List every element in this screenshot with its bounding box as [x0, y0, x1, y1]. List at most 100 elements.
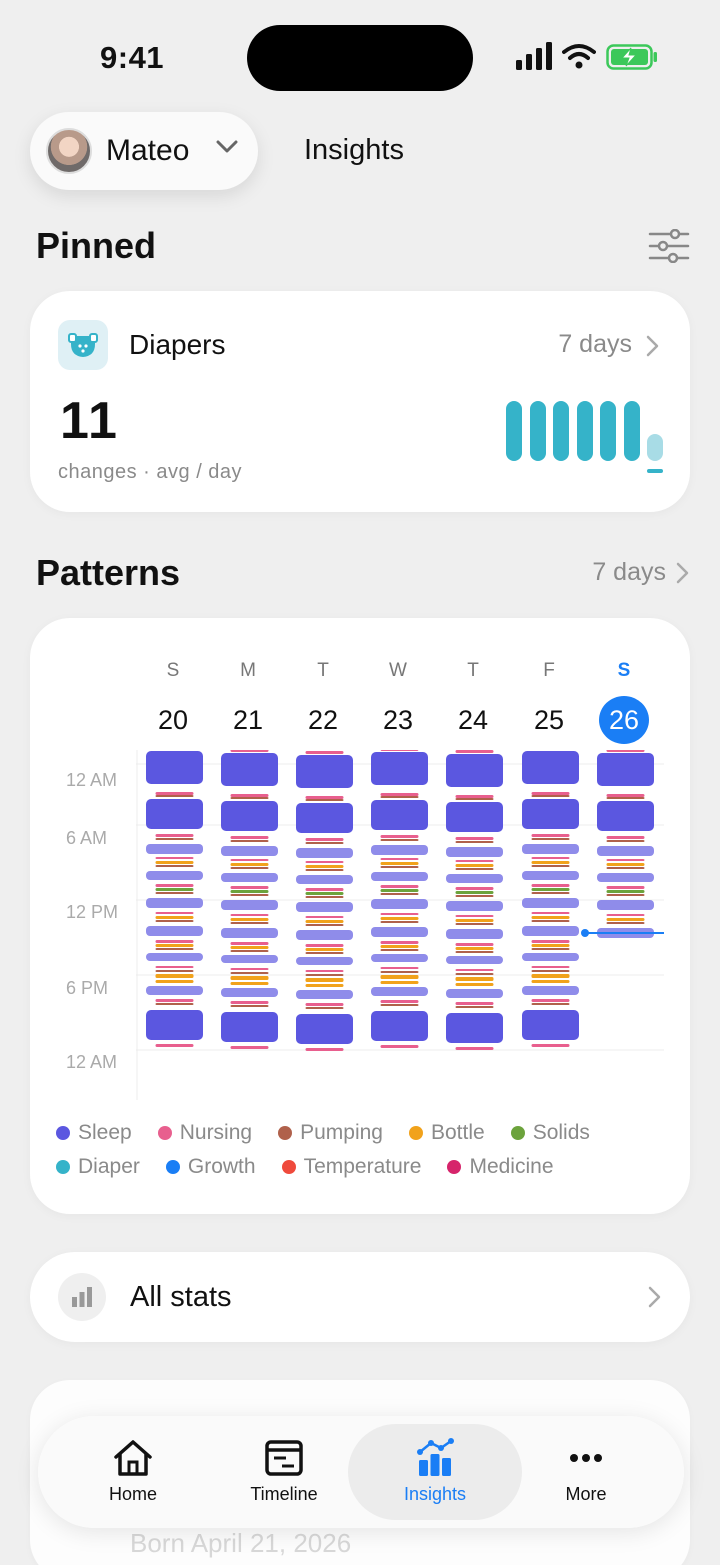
- day-column-header[interactable]: F 25: [519, 660, 579, 744]
- timeline-event-mark: [455, 891, 494, 894]
- timeline-event-mark: [380, 941, 419, 944]
- timeline-event-mark: [597, 846, 654, 856]
- legend-item: Diaper: [56, 1155, 140, 1179]
- timeline-event-mark: [531, 999, 570, 1002]
- timeline-event-mark: [146, 986, 203, 995]
- timeline-event-mark: [380, 981, 419, 984]
- tab-bar: Home Timeline Insights More: [38, 1416, 684, 1528]
- timeline-event-mark: [522, 871, 579, 880]
- timeline-event-mark: [455, 1002, 494, 1005]
- birth-date: Born April 21, 2026: [130, 1528, 352, 1558]
- timeline-event-mark: [371, 899, 428, 909]
- legend-label: Temperature: [303, 1155, 422, 1178]
- all-stats-label: All stats: [130, 1281, 232, 1313]
- tab-more[interactable]: More: [499, 1424, 673, 1520]
- tab-label: Timeline: [250, 1484, 318, 1504]
- patterns-range-link[interactable]: 7 days: [592, 558, 690, 587]
- mini-bar: [576, 401, 593, 461]
- timeline-event-mark: [230, 968, 269, 970]
- all-stats-button[interactable]: All stats: [30, 1252, 690, 1342]
- legend-dot: [165, 1160, 180, 1174]
- timeline-event-mark: [146, 844, 203, 854]
- tab-insights[interactable]: Insights: [348, 1424, 522, 1520]
- timeline-event-mark: [531, 1003, 570, 1005]
- day-letter: M: [240, 660, 256, 681]
- day-column-header[interactable]: S 20: [143, 660, 203, 744]
- timeline-event-mark: [230, 1001, 269, 1004]
- timeline-event-mark: [146, 871, 203, 880]
- timeline-event-mark: [606, 859, 645, 861]
- timeline-event-mark: [305, 920, 344, 923]
- timeline-event-mark: [230, 972, 269, 974]
- timeline-event-mark: [296, 803, 353, 833]
- day-column-header[interactable]: W 23: [368, 660, 428, 744]
- timeline-event-mark: [606, 750, 645, 752]
- tab-label: More: [565, 1484, 607, 1504]
- timeline-event-mark: [305, 892, 344, 895]
- diaper-icon: [58, 320, 108, 370]
- timeline-event-mark: [230, 867, 269, 869]
- mini-bar: [506, 401, 522, 461]
- timeline-event-mark: [230, 750, 269, 752]
- timeline-event-mark: [221, 846, 278, 856]
- timeline-event-mark: [380, 866, 419, 868]
- timeline-event-mark: [606, 797, 645, 799]
- timeline-event-mark: [230, 840, 269, 842]
- timeline-event-mark: [305, 865, 344, 868]
- timeline-event-mark: [230, 922, 269, 924]
- timeline-event-mark: [522, 986, 579, 995]
- timeline-event-mark: [531, 861, 570, 864]
- legend-item: Sleep: [56, 1121, 132, 1145]
- patterns-timeline-chart: [136, 750, 664, 1100]
- timeline-event-mark: [371, 1011, 428, 1041]
- timeline-event-mark: [155, 970, 194, 972]
- timeline-event-mark: [155, 1044, 194, 1047]
- timeline-event-mark: [380, 975, 419, 979]
- timeline-event-mark: [155, 792, 194, 795]
- timeline-event-mark: [455, 887, 494, 890]
- timeline-event-mark: [230, 886, 269, 889]
- day-column-header[interactable]: T 22: [293, 660, 353, 744]
- timeline-event-mark: [230, 1046, 269, 1049]
- timeline-event-mark: [380, 885, 419, 888]
- chevron-right-icon: [676, 562, 689, 583]
- chevron-right-icon: [648, 1286, 661, 1308]
- timeline-event-mark: [230, 982, 269, 985]
- timeline-event-mark: [606, 840, 645, 842]
- value-caption: changes · avg / day: [58, 461, 243, 483]
- day-number: 23: [382, 705, 414, 735]
- timeline-event-mark: [305, 796, 344, 799]
- timeline-event-mark: [597, 753, 654, 786]
- timeline-event-mark: [522, 898, 579, 908]
- legend-label: Nursing: [179, 1121, 253, 1144]
- timeline-event-mark: [305, 970, 344, 972]
- timeline-event-mark: [155, 980, 194, 983]
- profile-switcher[interactable]: Mateo: [30, 112, 258, 190]
- timeline-event-mark: [371, 872, 428, 881]
- legend-item: Growth: [165, 1155, 256, 1179]
- timeline-event-mark: [230, 914, 269, 916]
- day-letter: W: [389, 660, 407, 681]
- timeline-event-mark: [380, 1004, 419, 1006]
- diapers-pinned-card[interactable]: Diapers 7 days 11 changes · avg / day: [30, 291, 690, 512]
- timeline-event-mark: [221, 900, 278, 910]
- timeline-event-mark: [531, 916, 570, 919]
- day-column-header[interactable]: T 24: [443, 660, 503, 744]
- timeline-event-mark: [455, 1006, 494, 1008]
- timeline-event-mark: [305, 944, 344, 947]
- day-column-header[interactable]: S 26: [594, 660, 654, 744]
- timeline-event-mark: [531, 920, 570, 922]
- tab-home[interactable]: Home: [46, 1424, 220, 1520]
- timeline-event-mark: [380, 893, 419, 895]
- timeline-event-mark: [230, 976, 269, 980]
- day-column-header[interactable]: M 21: [218, 660, 278, 744]
- timeline-event-mark: [155, 916, 194, 919]
- timeline-event-mark: [455, 841, 494, 843]
- timeline-event-mark: [606, 890, 645, 893]
- patterns-card[interactable]: Sleep Nursing Pumping Bottle Solids Diaper Gro…: [30, 618, 690, 1214]
- mini-bar: [600, 401, 616, 461]
- timeline-event-mark: [446, 901, 503, 911]
- filter-settings-icon[interactable]: [648, 229, 690, 263]
- timeline-event-mark: [155, 974, 194, 978]
- tab-timeline[interactable]: Timeline: [197, 1424, 371, 1520]
